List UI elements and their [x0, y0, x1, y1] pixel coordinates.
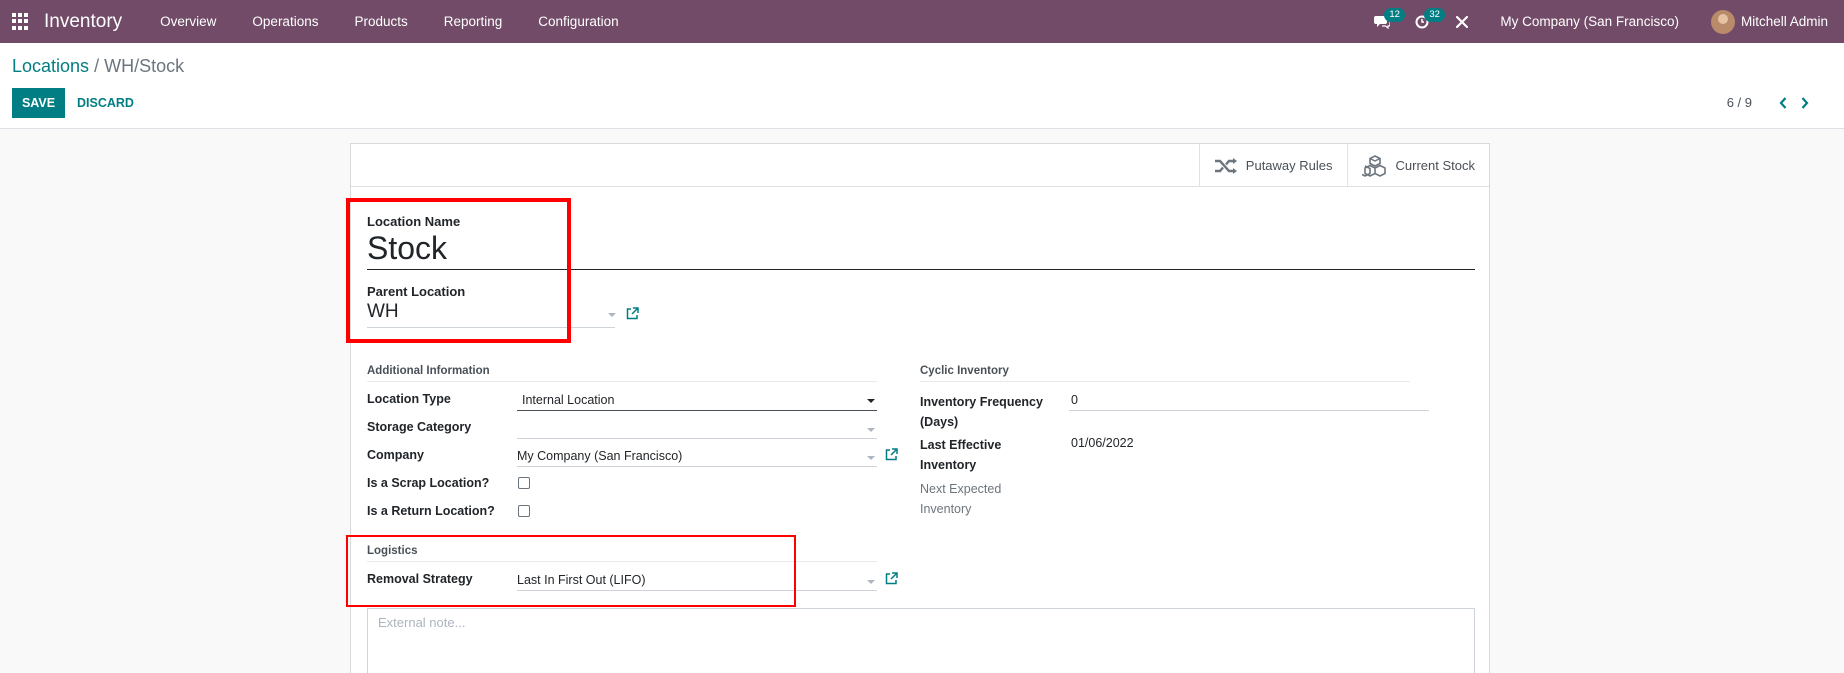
company-label: Company — [367, 448, 424, 462]
company-switcher[interactable]: My Company (San Francisco) — [1500, 14, 1679, 29]
pager: 6 / 9 — [1727, 95, 1816, 110]
pager-value[interactable]: 6 / 9 — [1727, 95, 1752, 110]
section-divider — [367, 381, 877, 382]
cyclic-inventory-title: Cyclic Inventory — [920, 365, 1009, 377]
menu-products[interactable]: Products — [336, 0, 425, 43]
location-type-select[interactable]: Internal Location — [522, 393, 614, 407]
inventory-frequency-label-line2: (Days) — [920, 415, 959, 429]
control-panel: Locations / WH/Stock SAVE DISCARD 6 / 9 — [0, 43, 1844, 129]
chevron-right-icon — [1801, 96, 1809, 109]
breadcrumb: Locations / WH/Stock — [12, 56, 184, 77]
storage-category-underline — [517, 438, 877, 439]
main-menu: Overview Operations Products Reporting C… — [142, 0, 636, 43]
inventory-frequency-label-line1: Inventory Frequency — [920, 395, 1043, 409]
annotation-highlight-title — [346, 198, 571, 343]
current-stock-label: Current Stock — [1395, 158, 1475, 173]
user-avatar[interactable] — [1710, 9, 1735, 34]
shuffle-icon — [1214, 157, 1237, 174]
company-dropdown-icon[interactable] — [867, 456, 875, 460]
external-link-icon[interactable] — [885, 572, 898, 585]
activities-button[interactable]: 32 — [1402, 0, 1445, 43]
parent-location-dropdown-icon[interactable] — [608, 313, 616, 317]
storage-category-dropdown-icon[interactable] — [867, 428, 875, 432]
scrap-location-checkbox[interactable] — [518, 477, 530, 489]
external-link-icon[interactable] — [885, 448, 898, 461]
smart-button-box: Putaway Rules Current Stock — [351, 144, 1489, 187]
storage-category-label: Storage Category — [367, 420, 472, 434]
section-divider — [920, 381, 1410, 382]
current-stock-button[interactable]: Current Stock — [1346, 144, 1489, 187]
apps-menu-icon[interactable] — [12, 12, 30, 31]
removal-strategy-dropdown-icon[interactable] — [867, 580, 875, 584]
top-navbar: Inventory Overview Operations Products R… — [0, 0, 1844, 43]
return-location-label: Is a Return Location? — [367, 504, 495, 518]
next-expected-label: Next Expected Inventory — [920, 479, 1001, 519]
putaway-rules-button[interactable]: Putaway Rules — [1198, 144, 1347, 187]
additional-info-title: Additional Information — [367, 365, 490, 377]
user-menu[interactable]: Mitchell Admin — [1741, 14, 1828, 29]
scrap-location-label: Is a Scrap Location? — [367, 476, 490, 490]
last-effective-label-line1: Last Effective — [920, 438, 1002, 452]
next-expected-label-line2: Inventory — [920, 502, 972, 516]
breadcrumb-separator: / — [94, 56, 100, 76]
last-effective-label: Last Effective Inventory — [920, 435, 1001, 475]
putaway-rules-label: Putaway Rules — [1245, 158, 1333, 173]
next-expected-label-line1: Next Expected — [920, 482, 1002, 496]
last-effective-label-line2: Inventory — [920, 458, 977, 472]
company-underline — [517, 466, 877, 467]
location-type-dropdown-icon[interactable] — [867, 399, 875, 403]
discard-button[interactable]: DISCARD — [77, 88, 134, 118]
inventory-frequency-underline — [1069, 410, 1429, 411]
inventory-frequency-label: Inventory Frequency (Days) — [920, 392, 1043, 432]
messages-button[interactable]: 12 — [1362, 0, 1405, 43]
pager-next-button[interactable] — [1794, 96, 1816, 109]
menu-configuration[interactable]: Configuration — [520, 0, 636, 43]
tools-icon — [1456, 15, 1469, 28]
pager-previous-button[interactable] — [1772, 96, 1794, 109]
external-note-field[interactable]: External note... — [367, 608, 1475, 673]
location-type-label: Location Type — [367, 392, 451, 406]
app-title[interactable]: Inventory — [44, 11, 122, 33]
annotation-highlight-logistics — [346, 535, 796, 607]
breadcrumb-current: WH/Stock — [104, 56, 185, 76]
cubes-icon — [1361, 154, 1386, 177]
menu-overview[interactable]: Overview — [142, 0, 234, 43]
menu-operations[interactable]: Operations — [234, 0, 336, 43]
inventory-frequency-input[interactable]: 0 — [1071, 393, 1078, 407]
menu-reporting[interactable]: Reporting — [426, 0, 521, 43]
save-button[interactable]: SAVE — [12, 88, 65, 118]
systray: 12 32 My Company (San Francisco) Mitchel… — [1362, 0, 1844, 43]
breadcrumb-locations-link[interactable]: Locations — [12, 56, 89, 76]
company-input[interactable]: My Company (San Francisco) — [517, 449, 682, 463]
last-effective-value: 01/06/2022 — [1071, 436, 1134, 450]
location-type-underline — [517, 410, 877, 411]
chevron-left-icon — [1779, 96, 1787, 109]
return-location-checkbox[interactable] — [518, 505, 530, 517]
debug-tools-button[interactable] — [1442, 0, 1482, 43]
external-link-icon[interactable] — [626, 307, 639, 320]
external-note-placeholder: External note... — [378, 615, 466, 630]
